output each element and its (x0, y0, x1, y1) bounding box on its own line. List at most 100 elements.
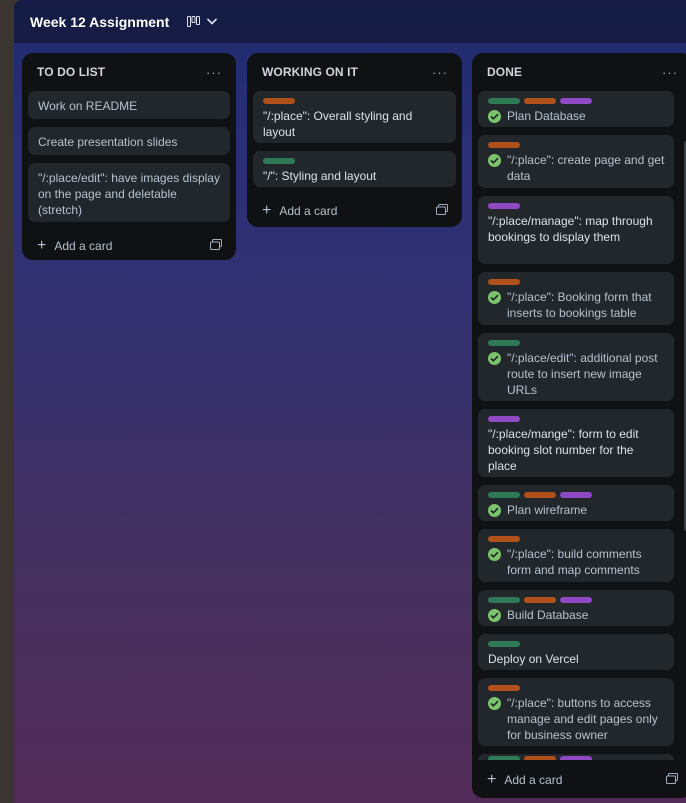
card[interactable]: Work on README (28, 91, 230, 119)
label-orange[interactable] (524, 756, 556, 760)
list-todo: TO DO LIST ··· Work on README Create pre… (22, 53, 236, 260)
card-title: Deploy on Vercel (488, 652, 579, 666)
card-template-icon[interactable] (210, 239, 222, 253)
card-title: Create presentation slides (38, 135, 178, 149)
list-menu-button[interactable]: ··· (206, 65, 222, 80)
label-green[interactable] (488, 492, 520, 498)
label-orange[interactable] (488, 142, 520, 148)
card[interactable]: "/:place": build comments form and map c… (478, 529, 674, 582)
board-canvas: Week 12 Assignment TO DO LIST ··· Work o… (14, 0, 686, 803)
label-purple[interactable] (560, 492, 592, 498)
list-menu-button[interactable]: ··· (432, 65, 448, 80)
card-labels (488, 142, 665, 148)
add-card-row: + Add a card (253, 195, 456, 227)
card-labels (488, 756, 664, 760)
card[interactable] (478, 754, 674, 760)
card-title: Plan Database (507, 109, 586, 123)
card-title: "/:place": buttons to access manage and … (507, 696, 658, 742)
card-title: "/": Styling and layout (263, 169, 377, 183)
card-title: "/:place": Overall styling and layout (263, 109, 413, 139)
check-circle-icon (488, 504, 501, 517)
card-title: "/:place": create page and get data (507, 153, 665, 183)
label-orange[interactable] (263, 98, 295, 104)
label-green[interactable] (488, 641, 520, 647)
card[interactable]: "/:place": Booking form that inserts to … (478, 272, 674, 325)
add-card-button[interactable]: + Add a card (487, 771, 563, 788)
card[interactable]: Create presentation slides (28, 127, 230, 155)
card-labels (263, 158, 447, 164)
card[interactable]: "/:place/mange": form to edit booking sl… (478, 409, 674, 477)
check-circle-icon (488, 110, 501, 123)
card-title: Plan wireframe (507, 503, 588, 517)
label-green[interactable] (263, 158, 295, 164)
label-orange[interactable] (524, 492, 556, 498)
card[interactable]: Deploy on Vercel (478, 634, 674, 670)
card[interactable]: Plan wireframe (478, 485, 674, 521)
list-menu-button[interactable]: ··· (662, 65, 678, 80)
card-template-icon[interactable] (436, 204, 448, 218)
label-purple[interactable] (560, 756, 592, 760)
label-purple[interactable] (560, 98, 592, 104)
card[interactable]: Build Database (478, 590, 674, 626)
card[interactable]: "/:place": create page and get data (478, 135, 674, 188)
plus-icon: + (487, 771, 497, 788)
check-circle-icon (488, 154, 501, 167)
card-title: Build Database (507, 608, 589, 622)
list-title[interactable]: DONE (487, 65, 522, 79)
card-title: "/:place/mange": form to edit booking sl… (488, 427, 639, 473)
card-labels (488, 492, 665, 498)
card-labels (488, 279, 665, 285)
label-green[interactable] (488, 756, 520, 760)
card-labels (488, 536, 665, 542)
check-circle-icon (488, 609, 501, 622)
plus-icon: + (262, 202, 272, 219)
board-view-icon (187, 16, 201, 27)
add-card-button[interactable]: + Add a card (37, 237, 113, 254)
label-purple[interactable] (560, 597, 592, 603)
add-card-row: + Add a card (478, 764, 686, 796)
card-title: "/:place": Booking form that inserts to … (507, 290, 652, 320)
check-circle-icon (488, 548, 501, 561)
add-card-label: Add a card (504, 773, 563, 787)
card-labels (488, 416, 665, 422)
add-card-row: + Add a card (28, 230, 230, 262)
label-orange[interactable] (488, 685, 520, 691)
list-working: WORKING ON IT ··· "/:place": Overall sty… (247, 53, 462, 227)
card-title: "/:place/manage": map through bookings t… (488, 214, 653, 244)
card-title: Work on README (38, 99, 138, 113)
card-labels (488, 685, 665, 691)
card[interactable]: "/:place/edit": additional post route to… (478, 333, 674, 401)
board-header: Week 12 Assignment (14, 0, 686, 43)
label-purple[interactable] (488, 203, 520, 209)
add-card-button[interactable]: + Add a card (262, 202, 338, 219)
label-green[interactable] (488, 340, 520, 346)
check-circle-icon (488, 697, 501, 710)
list-title[interactable]: WORKING ON IT (262, 65, 358, 79)
label-purple[interactable] (488, 416, 520, 422)
card[interactable]: "/:place/edit": have images display on t… (28, 163, 230, 222)
check-circle-icon (488, 352, 501, 365)
card-labels (263, 98, 447, 104)
card[interactable]: "/:place": buttons to access manage and … (478, 678, 674, 746)
plus-icon: + (37, 237, 47, 254)
add-card-label: Add a card (279, 204, 338, 218)
card[interactable]: Plan Database (478, 91, 674, 127)
card-labels (488, 98, 665, 104)
chevron-down-icon (207, 18, 218, 25)
card[interactable]: "/": Styling and layout (253, 151, 456, 187)
label-green[interactable] (488, 597, 520, 603)
board-title[interactable]: Week 12 Assignment (30, 14, 169, 30)
view-switcher[interactable] (187, 16, 218, 27)
label-orange[interactable] (488, 279, 520, 285)
label-orange[interactable] (524, 98, 556, 104)
list-title[interactable]: TO DO LIST (37, 65, 105, 79)
label-orange[interactable] (524, 597, 556, 603)
card[interactable]: "/:place/manage": map through bookings t… (478, 196, 674, 264)
label-orange[interactable] (488, 536, 520, 542)
label-green[interactable] (488, 98, 520, 104)
add-card-label: Add a card (54, 239, 113, 253)
card-template-icon[interactable] (666, 773, 678, 787)
card-title: "/:place": build comments form and map c… (507, 547, 642, 577)
card[interactable]: "/:place": Overall styling and layout (253, 91, 456, 143)
card-labels (488, 597, 665, 603)
